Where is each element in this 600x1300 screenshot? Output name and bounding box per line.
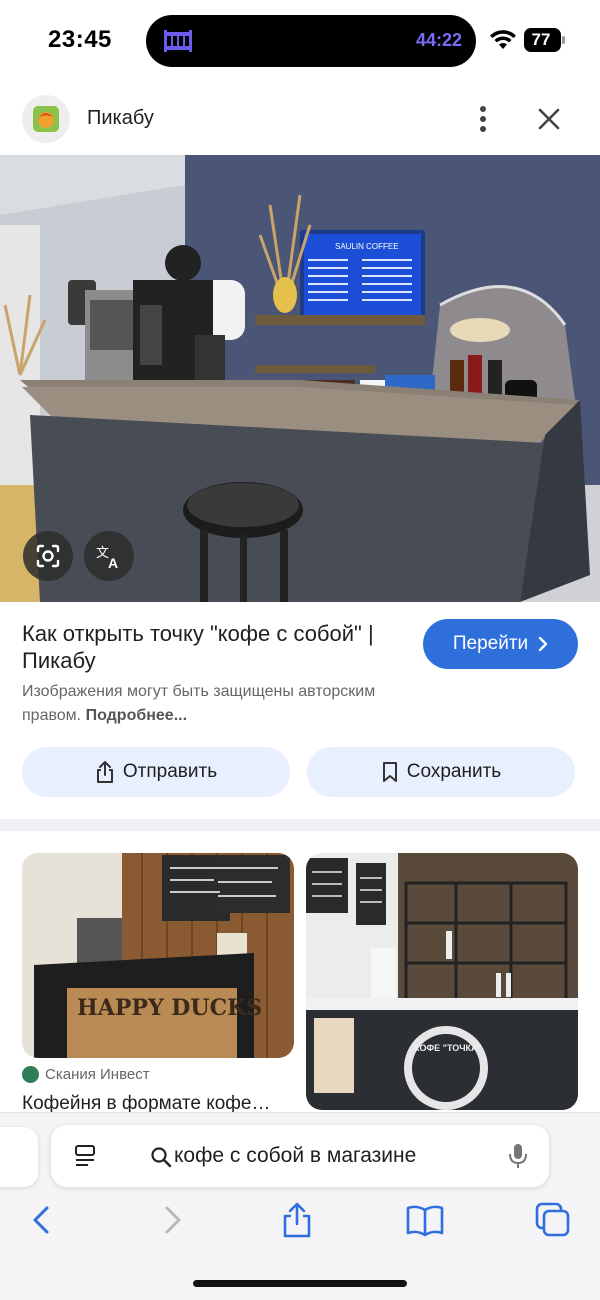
battery-level: 77 bbox=[531, 30, 551, 49]
share-icon[interactable] bbox=[277, 1200, 317, 1240]
result-title[interactable]: Как открыть точку "кофе с собой" | Пикаб… bbox=[22, 620, 402, 674]
forward-icon[interactable] bbox=[152, 1200, 192, 1240]
save-label: Сохранить bbox=[406, 761, 502, 782]
translate-button[interactable]: 文 A bbox=[84, 531, 134, 581]
learn-more-link[interactable]: Подробнее... bbox=[86, 707, 187, 724]
translate-icon: 文 A bbox=[96, 546, 118, 569]
card-source[interactable]: Скания Инвест bbox=[22, 1066, 150, 1083]
chevron-right-icon bbox=[538, 636, 548, 652]
lens-button[interactable] bbox=[23, 531, 73, 581]
share-icon bbox=[96, 761, 113, 783]
copyright-text: Изображения могут быть защищены авторски… bbox=[22, 683, 376, 724]
more-icon[interactable] bbox=[470, 104, 496, 134]
mic-icon[interactable] bbox=[508, 1142, 528, 1170]
tabs-icon[interactable] bbox=[533, 1200, 573, 1240]
svg-text:A: A bbox=[108, 555, 118, 569]
home-indicator[interactable] bbox=[193, 1280, 407, 1287]
battery-icon: 77 bbox=[524, 28, 566, 52]
crib-icon bbox=[164, 30, 192, 52]
section-divider bbox=[0, 819, 600, 831]
lens-icon bbox=[36, 544, 60, 568]
card-image-text: КОФЕ "ТОЧКА" bbox=[414, 1043, 482, 1053]
site-name[interactable]: Пикабу bbox=[87, 107, 154, 130]
status-bar: 23:45 44:22 77 bbox=[0, 0, 600, 84]
previous-tab-peek[interactable] bbox=[0, 1127, 38, 1187]
related-image[interactable]: HAPPY DUCKS bbox=[22, 853, 294, 1058]
bookmark-icon bbox=[382, 762, 397, 782]
close-icon[interactable] bbox=[536, 106, 562, 132]
dynamic-island[interactable]: 44:22 bbox=[146, 15, 476, 67]
address-text[interactable]: кофе с собой в магазине bbox=[174, 1144, 416, 1168]
hero-image[interactable]: SAULIN COFFEE bbox=[0, 155, 600, 602]
card-image-text: HAPPY DUCKS bbox=[77, 995, 262, 1021]
source-name: Скания Инвест bbox=[45, 1066, 150, 1083]
related-card[interactable]: КОФЕ "ТОЧКА" bbox=[306, 853, 578, 1110]
address-bar[interactable]: кофе с собой в магазине bbox=[51, 1125, 549, 1187]
copyright-notice: Изображения могут быть защищены авторски… bbox=[22, 680, 422, 728]
island-timer: 44:22 bbox=[415, 30, 462, 50]
save-button[interactable]: Сохранить bbox=[307, 747, 575, 797]
go-button-label: Перейти bbox=[452, 633, 529, 654]
related-image[interactable]: КОФЕ "ТОЧКА" bbox=[306, 853, 578, 1110]
reader-icon[interactable] bbox=[73, 1143, 97, 1169]
site-logo[interactable] bbox=[22, 95, 70, 143]
source-icon bbox=[22, 1066, 39, 1083]
sign-text: SAULIN COFFEE bbox=[335, 242, 399, 251]
go-button[interactable]: Перейти bbox=[423, 619, 578, 669]
share-button[interactable]: Отправить bbox=[22, 747, 290, 797]
bookmarks-icon[interactable] bbox=[405, 1200, 445, 1240]
share-label: Отправить bbox=[122, 761, 218, 782]
site-header: Пикабу bbox=[0, 94, 600, 144]
back-icon[interactable] bbox=[22, 1200, 62, 1240]
browser-toolbar bbox=[0, 1192, 600, 1252]
search-icon bbox=[151, 1147, 172, 1168]
related-card[interactable]: HAPPY DUCKS bbox=[22, 853, 294, 1058]
status-time: 23:45 bbox=[48, 26, 112, 53]
wifi-icon bbox=[490, 30, 516, 49]
